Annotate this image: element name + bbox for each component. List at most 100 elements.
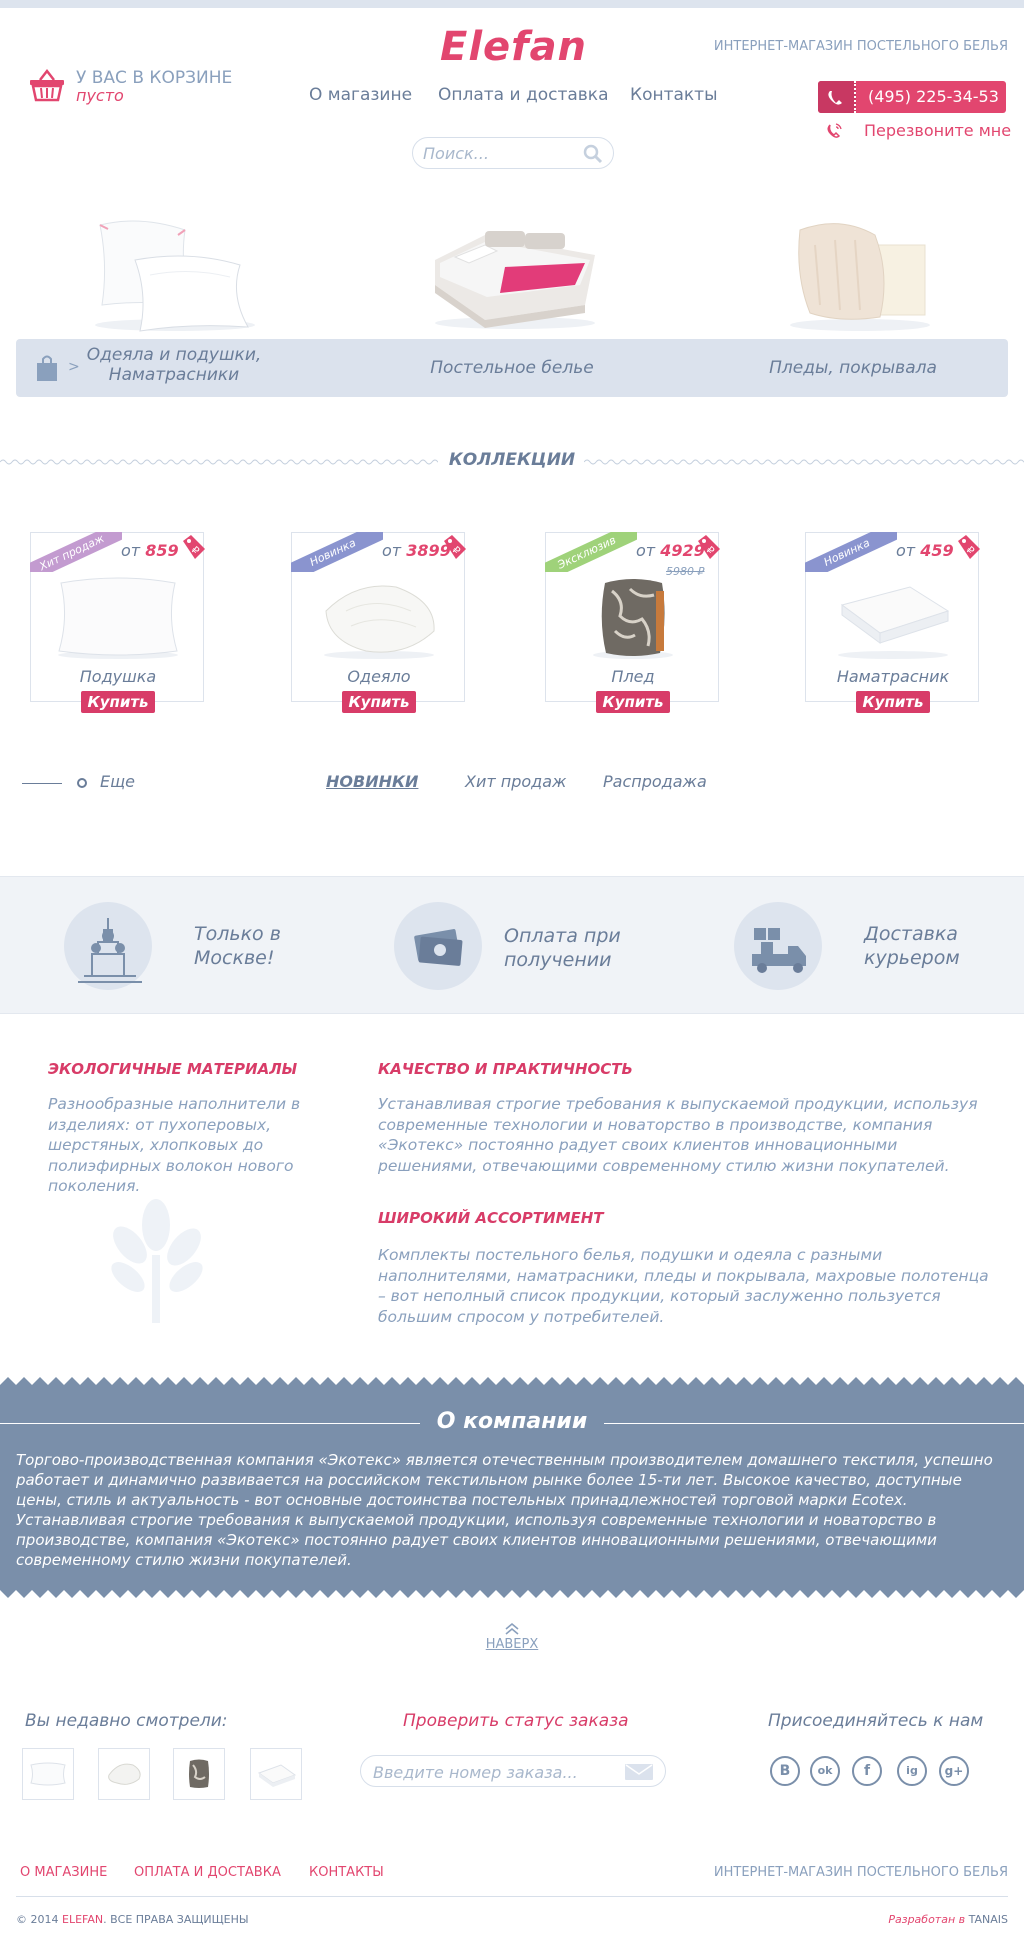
- blankets-image[interactable]: [770, 205, 950, 335]
- buy-button[interactable]: Купить: [81, 691, 155, 713]
- category-label: Одеяла и подушки,: [86, 345, 262, 365]
- product-name[interactable]: Подушка: [31, 667, 205, 686]
- copyright-brand[interactable]: ELEFAN: [62, 1913, 103, 1926]
- zigzag-edge: [0, 1377, 1024, 1385]
- back-to-top-link[interactable]: НАВЕРХ: [480, 1637, 544, 1652]
- phone-number: (495) 225-34-53: [868, 87, 999, 106]
- range-heading: ШИРОКИЙ АССОРТИМЕНТ: [378, 1209, 604, 1227]
- social-title: Присоединяйтесь к нам: [768, 1711, 984, 1731]
- recent-title: Вы недавно смотрели:: [25, 1711, 228, 1731]
- copyright: © 2014 ELEFAN. ВСЕ ПРАВА ЗАЩИЩЕНЫ: [16, 1913, 249, 1926]
- footer-nav-contacts[interactable]: КОНТАКТЫ: [309, 1865, 384, 1880]
- recent-thumb-pillow[interactable]: [22, 1748, 74, 1800]
- ruble-tag-icon: ₽: [444, 535, 466, 559]
- product-card-blanket[interactable]: Новинка от 3899 ₽ Одеяло Купить: [291, 532, 466, 713]
- product-card-plaid[interactable]: Эксклюзив от 4929 5980 ₽ ₽ Плед Купить: [545, 532, 720, 713]
- footer-divider: [16, 1896, 1008, 1897]
- collections-title: КОЛЛЕКЦИИ: [448, 450, 576, 470]
- callback-link[interactable]: Перезвоните мне: [864, 121, 1011, 140]
- ruble-tag-icon: ₽: [698, 535, 720, 559]
- top-strip: [0, 0, 1024, 8]
- about-divider: [604, 1423, 1024, 1424]
- search-input[interactable]: [423, 143, 573, 163]
- badge-label: Хит продаж: [30, 532, 122, 572]
- nav-contacts[interactable]: Контакты: [630, 85, 718, 105]
- developer-link[interactable]: TANAIS: [969, 1913, 1008, 1926]
- product-price: от 459: [896, 541, 954, 560]
- product-name[interactable]: Одеяло: [292, 667, 466, 686]
- cash-icon: [394, 902, 482, 990]
- product-name[interactable]: Плед: [546, 667, 720, 686]
- blanket-image: [324, 585, 435, 659]
- more-bullet-icon: [77, 778, 87, 788]
- recent-thumb-mattress-pad[interactable]: [250, 1748, 302, 1800]
- product-card-pillow[interactable]: Хит продаж от 859 ₽ Подушка Купить: [30, 532, 205, 713]
- vk-icon[interactable]: B: [770, 1756, 800, 1786]
- odnoklassniki-icon[interactable]: ok: [810, 1756, 840, 1786]
- more-link[interactable]: Еще: [100, 772, 135, 791]
- feature-text: Доставка: [864, 923, 958, 945]
- buy-button[interactable]: Купить: [596, 691, 670, 713]
- tab-bestsellers[interactable]: Хит продаж: [465, 772, 566, 791]
- range-text: Комплекты постельного белья, подушки и о…: [378, 1246, 989, 1326]
- tab-sale[interactable]: Распродажа: [603, 772, 707, 791]
- moscow-icon: [64, 902, 152, 990]
- bed-image[interactable]: [425, 205, 605, 335]
- footer-nav-payment[interactable]: ОПЛАТА И ДОСТАВКА: [134, 1865, 281, 1880]
- category-bar: > Одеяла и подушки, Наматрасники Постель…: [16, 339, 1008, 397]
- about-text: Торгово-производственная компания «Экоте…: [16, 1451, 993, 1569]
- basket-icon[interactable]: [28, 68, 66, 102]
- envelope-icon[interactable]: [625, 1764, 653, 1780]
- recent-thumb-blanket[interactable]: [98, 1748, 150, 1800]
- feature-text: курьером: [864, 947, 960, 969]
- copyright-text: . ВСЕ ПРАВА ЗАЩИЩЕНЫ: [103, 1913, 249, 1926]
- tab-new[interactable]: НОВИНКИ: [326, 772, 418, 791]
- feature-text: Оплата при: [504, 925, 621, 947]
- zigzag-edge: [0, 1590, 1024, 1598]
- product-card-mattress-pad[interactable]: Новинка от 459 ₽ Наматрасник Купить: [805, 532, 980, 713]
- google-plus-icon[interactable]: g+: [939, 1756, 969, 1786]
- feature-text: Москве!: [194, 947, 275, 969]
- badge-label: Новинка: [291, 532, 383, 572]
- badge-label: Новинка: [805, 532, 897, 572]
- category-plaids[interactable]: Пледы, покрывала: [753, 358, 953, 378]
- feature-text: Только в: [194, 923, 281, 945]
- wavy-divider: [0, 459, 438, 465]
- price-prefix: от: [896, 541, 916, 560]
- category-pillows-blankets[interactable]: Одеяла и подушки, Наматрасники: [74, 345, 274, 385]
- phone-icon: [818, 81, 856, 113]
- site-logo[interactable]: Elefan: [440, 24, 586, 70]
- feature-delivery: Доставка курьером: [864, 922, 960, 970]
- double-chevron-up-icon[interactable]: [503, 1622, 521, 1636]
- price-prefix: от: [382, 541, 402, 560]
- price-prefix: от: [636, 541, 656, 560]
- eco-text: Разнообразные наполнители в изделиях: от…: [48, 1095, 301, 1195]
- recent-thumb-plaid[interactable]: [173, 1748, 225, 1800]
- instagram-icon[interactable]: ig: [897, 1756, 927, 1786]
- order-number-input[interactable]: [373, 1762, 613, 1782]
- search-icon[interactable]: [583, 144, 603, 164]
- category-label: Наматрасники: [108, 365, 240, 385]
- pillows-image[interactable]: [80, 205, 260, 335]
- buy-button[interactable]: Купить: [856, 691, 930, 713]
- price-value: 859: [145, 541, 179, 560]
- cart-status[interactable]: пусто: [76, 86, 124, 105]
- category-bed-linen[interactable]: Постельное белье: [412, 358, 612, 378]
- callback-icon: [827, 123, 842, 138]
- footer-nav-about[interactable]: О МАГАЗИНЕ: [20, 1865, 107, 1880]
- more-divider: [22, 783, 62, 784]
- nav-payment-delivery[interactable]: Оплата и доставка: [438, 85, 608, 105]
- features-band: Только в Москве! Оплата при получении Дост…: [0, 876, 1024, 1014]
- facebook-icon[interactable]: f: [852, 1756, 882, 1786]
- nav-about[interactable]: О магазине: [309, 85, 412, 105]
- delivery-truck-icon: [734, 902, 822, 990]
- order-status-title: Проверить статус заказа: [403, 1711, 629, 1731]
- footer-tagline: ИНТЕРНЕТ-МАГАЗИН ПОСТЕЛЬНОГО БЕЛЬЯ: [713, 1865, 1008, 1880]
- quality-heading: КАЧЕСТВО И ПРАКТИЧНОСТЬ: [378, 1060, 633, 1078]
- buy-button[interactable]: Купить: [342, 691, 416, 713]
- price-prefix: от: [121, 541, 141, 560]
- product-name[interactable]: Наматрасник: [806, 667, 980, 686]
- plaid-image: [593, 579, 673, 659]
- cart-label[interactable]: У ВАС В КОРЗИНЕ: [76, 68, 232, 88]
- phone-button[interactable]: (495) 225-34-53: [818, 81, 1006, 113]
